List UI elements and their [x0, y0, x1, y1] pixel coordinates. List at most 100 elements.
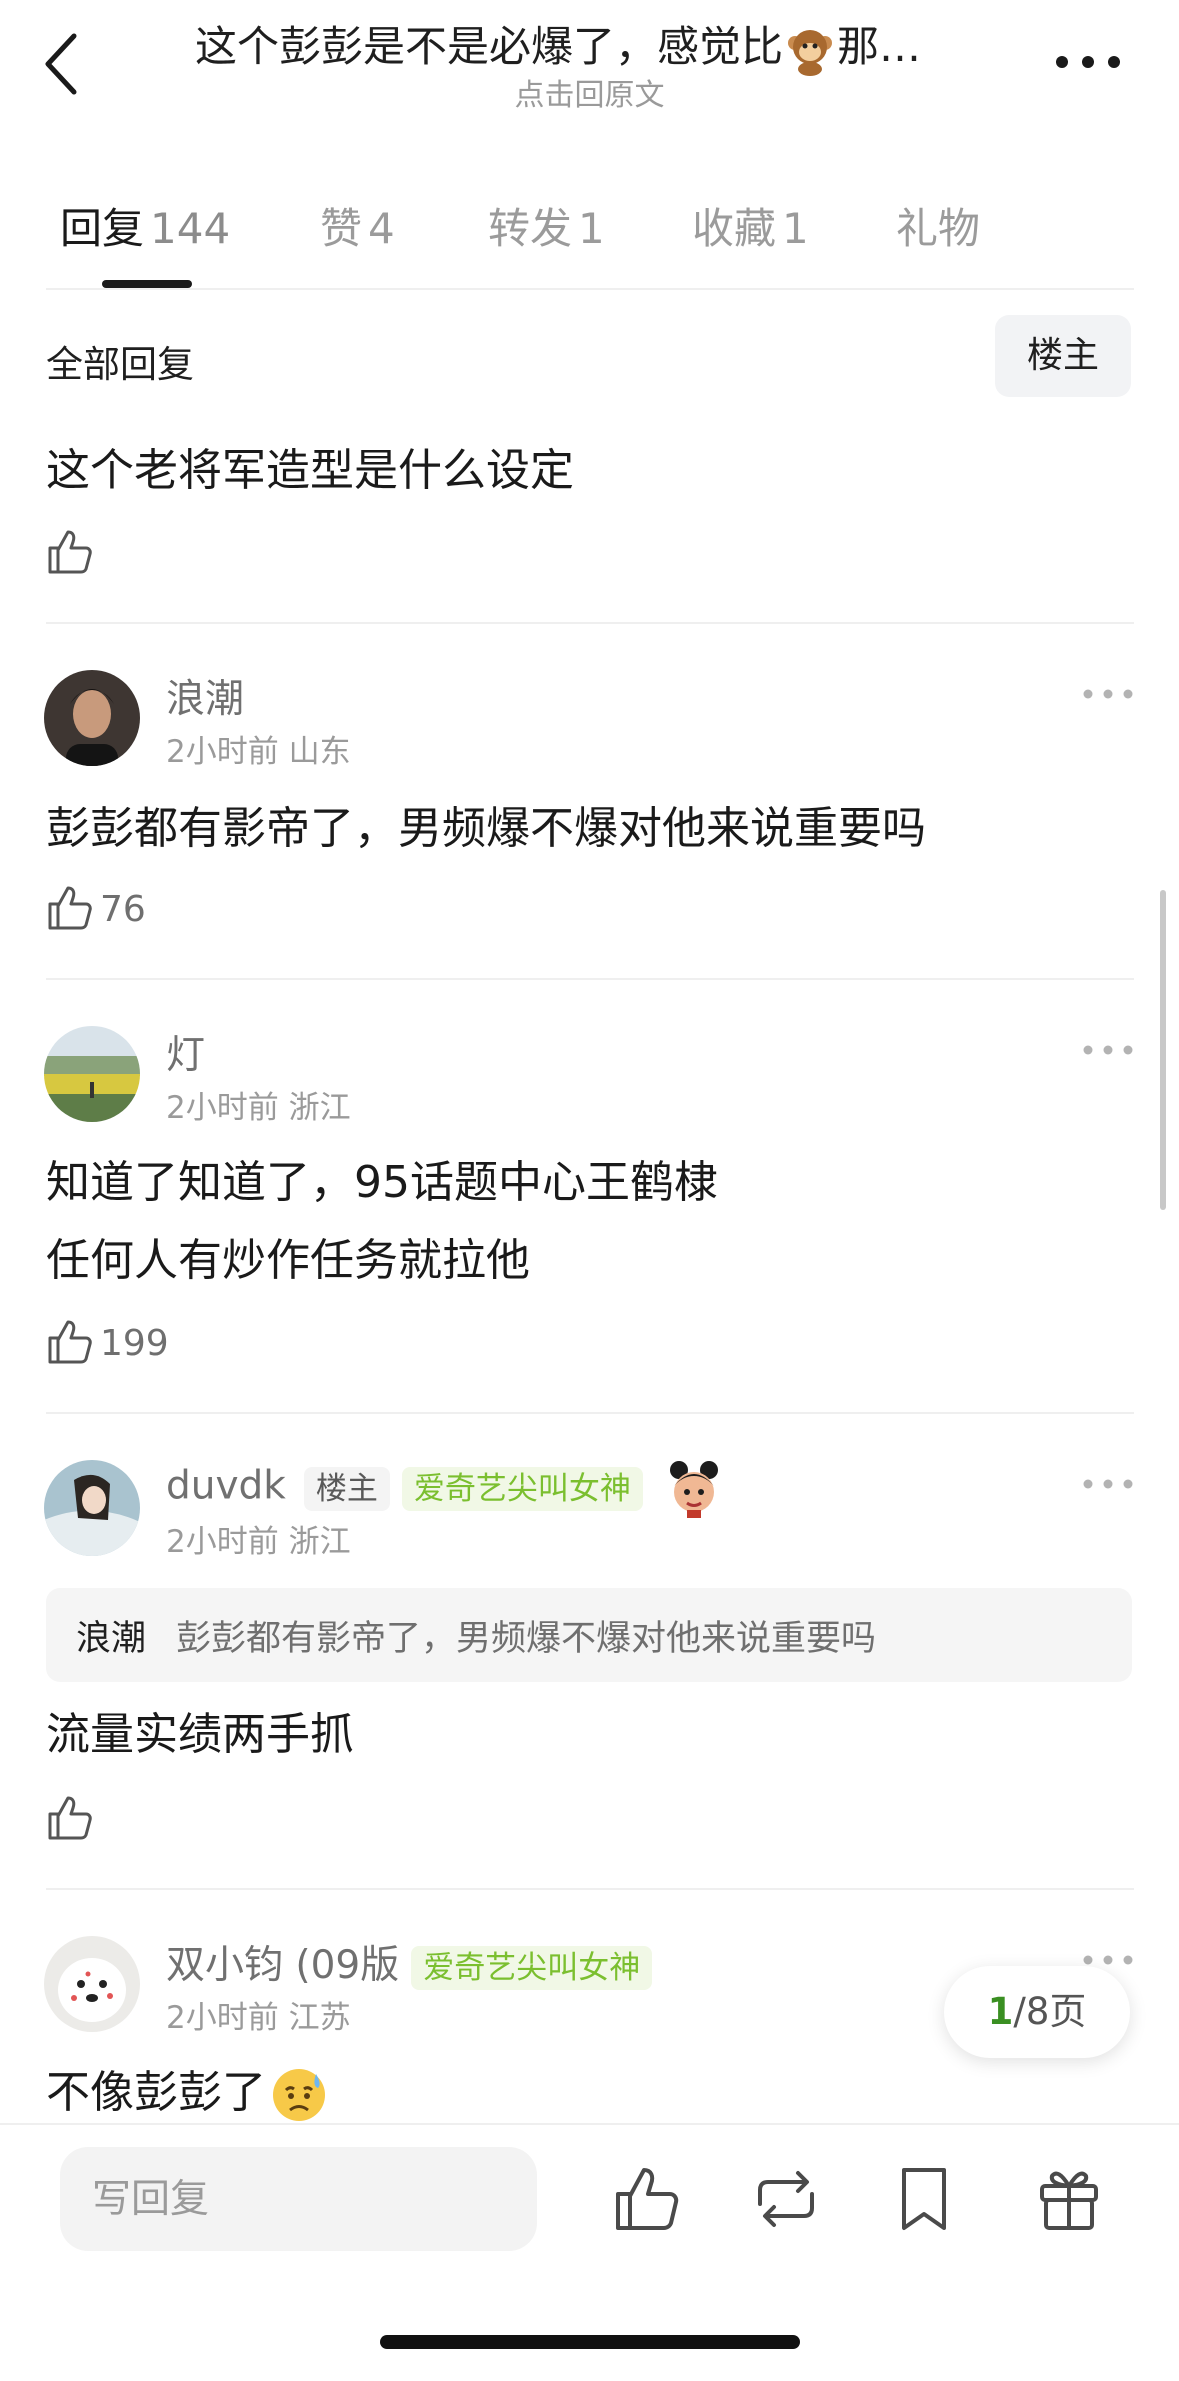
tab-gifts[interactable]: 礼物: [896, 195, 980, 256]
divider: [46, 288, 1134, 290]
comment-text: 不像彭彭了: [46, 2067, 266, 2118]
sad-sweat-emoji-icon: [273, 2069, 325, 2121]
divider: [46, 1888, 1134, 1890]
like-button[interactable]: 199: [46, 1318, 226, 1372]
comment-username[interactable]: 灯: [166, 1024, 205, 1080]
avatar[interactable]: [44, 1026, 140, 1122]
like-count: 76: [100, 889, 146, 930]
post-title-tail: 那…: [837, 22, 922, 71]
comment-username[interactable]: duvdk: [166, 1464, 286, 1509]
comment-meta: 2小时前 山东: [166, 726, 351, 771]
tab-count: 4: [368, 204, 395, 253]
tab-reposts[interactable]: 转发 1: [488, 195, 605, 256]
comment-text-row: 不像彭彭了: [46, 2054, 328, 2132]
divider: [46, 978, 1134, 980]
thumbs-up-icon: [48, 1320, 92, 1364]
home-indicator[interactable]: [380, 2335, 800, 2349]
more-options-button[interactable]: [1050, 40, 1126, 84]
comment-text: 流量实绩两手抓: [46, 1709, 354, 1760]
all-replies-label: 全部回复: [46, 343, 194, 386]
comment-more-button[interactable]: [1080, 1472, 1136, 1496]
like-post-button[interactable]: [612, 2164, 682, 2234]
reply-input[interactable]: [60, 2147, 537, 2251]
comment-location: 浙江: [288, 1090, 351, 1126]
avatar[interactable]: [44, 1460, 140, 1556]
op-only-filter-button[interactable]: 楼主: [995, 315, 1131, 397]
avatar-image: [44, 1936, 140, 2032]
comment-time: 2小时前: [166, 1524, 279, 1560]
comment-location: 山东: [288, 734, 351, 770]
active-tab-indicator: [102, 280, 192, 288]
top-post-text: 这个老将军造型是什么设定: [46, 445, 574, 496]
comment-meta: 2小时前 江苏: [166, 1992, 351, 2037]
comment-text-line: 任何人有炒作任务就拉他: [46, 1235, 530, 1286]
comment-time: 2小时前: [166, 734, 279, 770]
current-page: 1: [987, 1990, 1014, 2033]
tab-label: 礼物: [896, 204, 981, 253]
comment-meta: 2小时前 浙江: [166, 1082, 351, 1127]
comment-username-row: duvdk 楼主 爱奇艺尖叫女神: [166, 1458, 723, 1518]
title-badge[interactable]: 爱奇艺尖叫女神: [401, 1466, 643, 1511]
comment-time: 2小时前: [166, 1090, 279, 1126]
tab-favorites[interactable]: 收藏 1: [692, 195, 809, 256]
tab-replies[interactable]: 回复 144: [60, 195, 230, 256]
thumbs-up-icon: [616, 2168, 679, 2230]
like-button[interactable]: 76: [46, 884, 206, 938]
like-button[interactable]: [46, 1794, 100, 1848]
quoted-reply[interactable]: 浪潮 彭彭都有影帝了，男频爆不爆对他来说重要吗: [46, 1588, 1132, 1682]
comment-text: 彭彭都有影帝了，男频爆不爆对他来说重要吗: [46, 803, 926, 854]
tab-likes[interactable]: 赞4: [320, 195, 395, 256]
quoted-text: 彭彭都有影帝了，男频爆不爆对他来说重要吗: [176, 1619, 877, 1659]
comment-meta: 2小时前 浙江: [166, 1516, 351, 1561]
comment-text-line: 知道了知道了，95话题中心王鹤棣: [46, 1157, 718, 1208]
quoted-username: 浪潮: [76, 1619, 147, 1659]
post-title[interactable]: 这个彭彭是不是必爆了，感觉比 那…: [195, 18, 995, 77]
comment-username-row: 双小钧 (09版 爱奇艺尖叫女神: [166, 1934, 653, 1990]
more-dots-icon: [1056, 56, 1120, 68]
tab-label: 转发: [488, 204, 573, 253]
comment-username[interactable]: 浪潮: [166, 668, 244, 724]
comment-more-button[interactable]: [1080, 1038, 1136, 1062]
repost-icon: [758, 2171, 814, 2227]
avatar-image: [44, 1026, 140, 1122]
bookmark-button[interactable]: [894, 2164, 954, 2234]
like-button[interactable]: [46, 528, 100, 582]
comment-location: 江苏: [288, 2000, 351, 2036]
avatar[interactable]: [44, 670, 140, 766]
tab-label: 回复: [60, 204, 145, 253]
avatar-image: [44, 1460, 140, 1556]
page-indicator-button[interactable]: 1/8页: [944, 1966, 1130, 2058]
bookmark-icon: [902, 2168, 946, 2230]
more-dots-icon: [1083, 1479, 1133, 1489]
tab-label: 收藏: [692, 204, 777, 253]
avatar[interactable]: [44, 1936, 140, 2032]
op-badge: 楼主: [303, 1466, 390, 1511]
thumbs-up-icon: [48, 886, 92, 930]
comment-username[interactable]: 双小钧 (09版: [166, 1943, 399, 1988]
divider: [46, 1412, 1134, 1414]
title-badge[interactable]: 爱奇艺尖叫女神: [411, 1946, 653, 1990]
post-title-text: 这个彭彭是不是必爆了，感觉比: [195, 22, 784, 71]
comment-more-button[interactable]: [1080, 682, 1136, 706]
scrollbar-thumb[interactable]: [1160, 890, 1166, 1210]
gift-button[interactable]: [1036, 2164, 1102, 2234]
comment-time: 2小时前: [166, 2000, 279, 2036]
tab-count: 144: [150, 204, 231, 253]
monkey-emoji-icon: [788, 29, 833, 76]
thumbs-up-icon: [48, 1796, 92, 1840]
repost-button[interactable]: [750, 2164, 822, 2234]
tab-count: 1: [578, 204, 605, 253]
nezha-emoji-icon: [670, 1461, 719, 1518]
tab-label: 赞: [320, 204, 363, 253]
avatar-image: [44, 670, 140, 766]
comment-location: 浙江: [288, 1524, 351, 1560]
thumbs-up-icon: [48, 530, 92, 574]
back-to-original-link[interactable]: 点击回原文: [0, 70, 1179, 114]
more-dots-icon: [1083, 689, 1133, 699]
gift-icon: [1040, 2171, 1098, 2230]
divider: [46, 622, 1134, 624]
tab-count: 1: [782, 204, 809, 253]
total-pages: /8页: [1013, 1990, 1087, 2033]
more-dots-icon: [1083, 1045, 1133, 1055]
like-count: 199: [100, 1323, 169, 1364]
